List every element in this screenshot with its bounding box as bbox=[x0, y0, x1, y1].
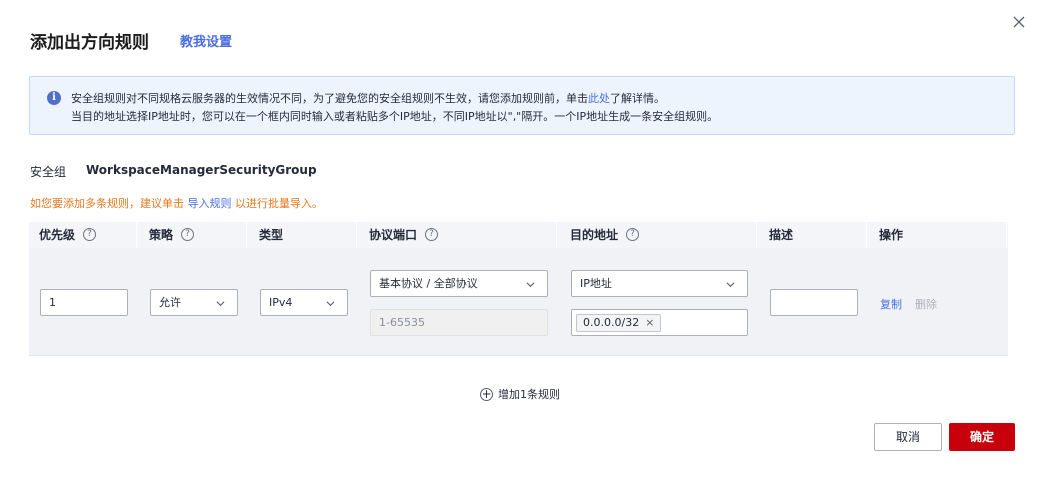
security-group-label: 安全组 bbox=[30, 165, 67, 179]
header-divider bbox=[756, 222, 757, 248]
help-icon[interactable]: ? bbox=[181, 228, 195, 241]
header-policy-label: 策略 bbox=[149, 228, 174, 242]
ip-tag: 0.0.0.0/32 × bbox=[576, 314, 662, 332]
help-icon[interactable]: ? bbox=[626, 228, 640, 241]
header-divider bbox=[556, 222, 557, 248]
policy-select[interactable]: 允许 bbox=[150, 289, 238, 316]
add-rule-button[interactable]: + 增加1条规则 bbox=[480, 386, 560, 402]
header-destination-label: 目的地址 bbox=[570, 228, 619, 242]
import-rules-link[interactable]: 导入规则 bbox=[188, 197, 232, 210]
policy-value: 允许 bbox=[159, 296, 181, 309]
info-icon: i bbox=[47, 91, 61, 105]
header-operation-label: 操作 bbox=[879, 228, 904, 242]
header-operation: 操作 bbox=[879, 222, 903, 248]
type-select[interactable]: IPv4 bbox=[260, 289, 348, 316]
header-priority: 优先级? bbox=[39, 222, 97, 248]
header-description: 描述 bbox=[769, 222, 793, 248]
rules-table-header: 优先级? 策略? 类型 协议端口? 目的地址? 描述 操作 bbox=[29, 222, 1008, 248]
help-icon[interactable]: ? bbox=[83, 228, 97, 241]
header-divider bbox=[356, 222, 357, 248]
protocol-select[interactable]: 基本协议 / 全部协议 bbox=[370, 270, 548, 297]
confirm-button[interactable]: 确定 bbox=[949, 423, 1015, 451]
header-protocol-port: 协议端口? bbox=[369, 222, 439, 248]
close-icon[interactable] bbox=[1012, 15, 1026, 29]
info-line-2: 当目的地址选择IP地址时，您可以在一个框内同时输入或者粘贴多个IP地址，不同IP… bbox=[71, 110, 719, 123]
copy-rule-link[interactable]: 复制 bbox=[880, 296, 902, 312]
protocol-value: 基本协议 / 全部协议 bbox=[379, 277, 478, 290]
port-input: 1-65535 bbox=[370, 309, 548, 336]
ip-tag-label: 0.0.0.0/32 bbox=[583, 316, 640, 329]
description-input[interactable] bbox=[770, 289, 858, 316]
header-divider bbox=[866, 222, 867, 248]
hint-prefix: 如您要添加多条规则，建议单击 bbox=[30, 197, 188, 210]
plus-circle-icon: + bbox=[480, 386, 493, 401]
chevron-down-icon bbox=[326, 301, 335, 307]
add-outbound-rule-dialog: 添加出方向规则 教我设置 i 安全组规则对不同规格云服务器的生效情况不同，为了避… bbox=[0, 0, 1043, 479]
header-type: 类型 bbox=[259, 222, 283, 248]
guide-link[interactable]: 教我设置 bbox=[180, 31, 232, 50]
batch-import-hint: 如您要添加多条规则，建议单击 导入规则 以进行批量导入。 bbox=[30, 195, 323, 211]
hint-suffix: 以进行批量导入。 bbox=[231, 197, 323, 210]
destination-type-value: IP地址 bbox=[580, 277, 612, 290]
header-destination: 目的地址? bbox=[570, 222, 640, 248]
header-type-label: 类型 bbox=[259, 228, 284, 242]
type-value: IPv4 bbox=[269, 296, 293, 309]
info-line-1-suffix: 了解详情。 bbox=[610, 92, 665, 105]
info-line-1-text: 安全组规则对不同规格云服务器的生效情况不同，为了避免您的安全组规则不生效，请您添… bbox=[71, 92, 588, 105]
close-icon[interactable]: × bbox=[645, 316, 654, 329]
details-link[interactable]: 此处 bbox=[588, 92, 610, 105]
header-description-label: 描述 bbox=[769, 228, 794, 242]
info-line-1: 安全组规则对不同规格云服务器的生效情况不同，为了避免您的安全组规则不生效，请您添… bbox=[71, 90, 665, 106]
chevron-down-icon bbox=[726, 282, 735, 288]
add-rule-label: 增加1条规则 bbox=[498, 388, 560, 401]
header-protocol-port-label: 协议端口 bbox=[369, 228, 418, 242]
info-notice: i 安全组规则对不同规格云服务器的生效情况不同，为了避免您的安全组规则不生效，请… bbox=[29, 76, 1015, 135]
cancel-button[interactable]: 取消 bbox=[874, 423, 942, 451]
destination-type-select[interactable]: IP地址 bbox=[571, 270, 748, 297]
header-policy: 策略? bbox=[149, 222, 195, 248]
delete-rule-link: 删除 bbox=[915, 298, 937, 311]
header-divider bbox=[1006, 222, 1007, 248]
dialog-title: 添加出方向规则 bbox=[30, 33, 149, 53]
help-icon[interactable]: ? bbox=[425, 228, 439, 241]
destination-ip-input[interactable]: 0.0.0.0/32 × bbox=[571, 309, 748, 336]
security-group-value: WorkspaceManagerSecurityGroup bbox=[86, 163, 317, 177]
header-divider bbox=[246, 222, 247, 248]
header-divider bbox=[136, 222, 137, 248]
header-priority-label: 优先级 bbox=[39, 228, 76, 242]
priority-input[interactable]: 1 bbox=[40, 289, 128, 316]
chevron-down-icon bbox=[526, 282, 535, 288]
chevron-down-icon bbox=[216, 301, 225, 307]
